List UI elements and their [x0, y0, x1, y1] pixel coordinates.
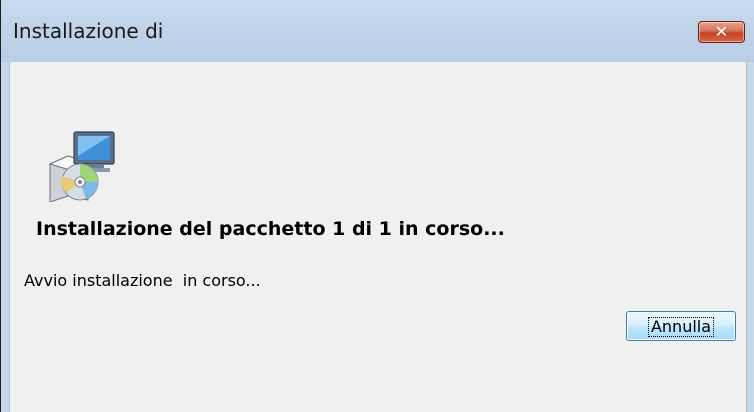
- cancel-button-label: Annulla: [647, 316, 715, 337]
- close-icon: ✕: [714, 22, 729, 41]
- dialog-body: Installazione del pacchetto 1 di 1 in co…: [9, 62, 747, 412]
- install-progress-heading: Installazione del pacchetto 1 di 1 in co…: [36, 218, 505, 240]
- close-button[interactable]: ✕: [698, 21, 745, 43]
- install-status-text: Avvio installazione in corso...: [24, 271, 261, 290]
- installer-package-icon: [48, 131, 115, 202]
- window-title: Installazione di: [13, 19, 164, 43]
- installer-window: Installazione di ✕ Installazione del pac…: [0, 0, 754, 412]
- cancel-button[interactable]: Annulla: [626, 311, 736, 341]
- title-bar[interactable]: Installazione di ✕: [1, 0, 754, 62]
